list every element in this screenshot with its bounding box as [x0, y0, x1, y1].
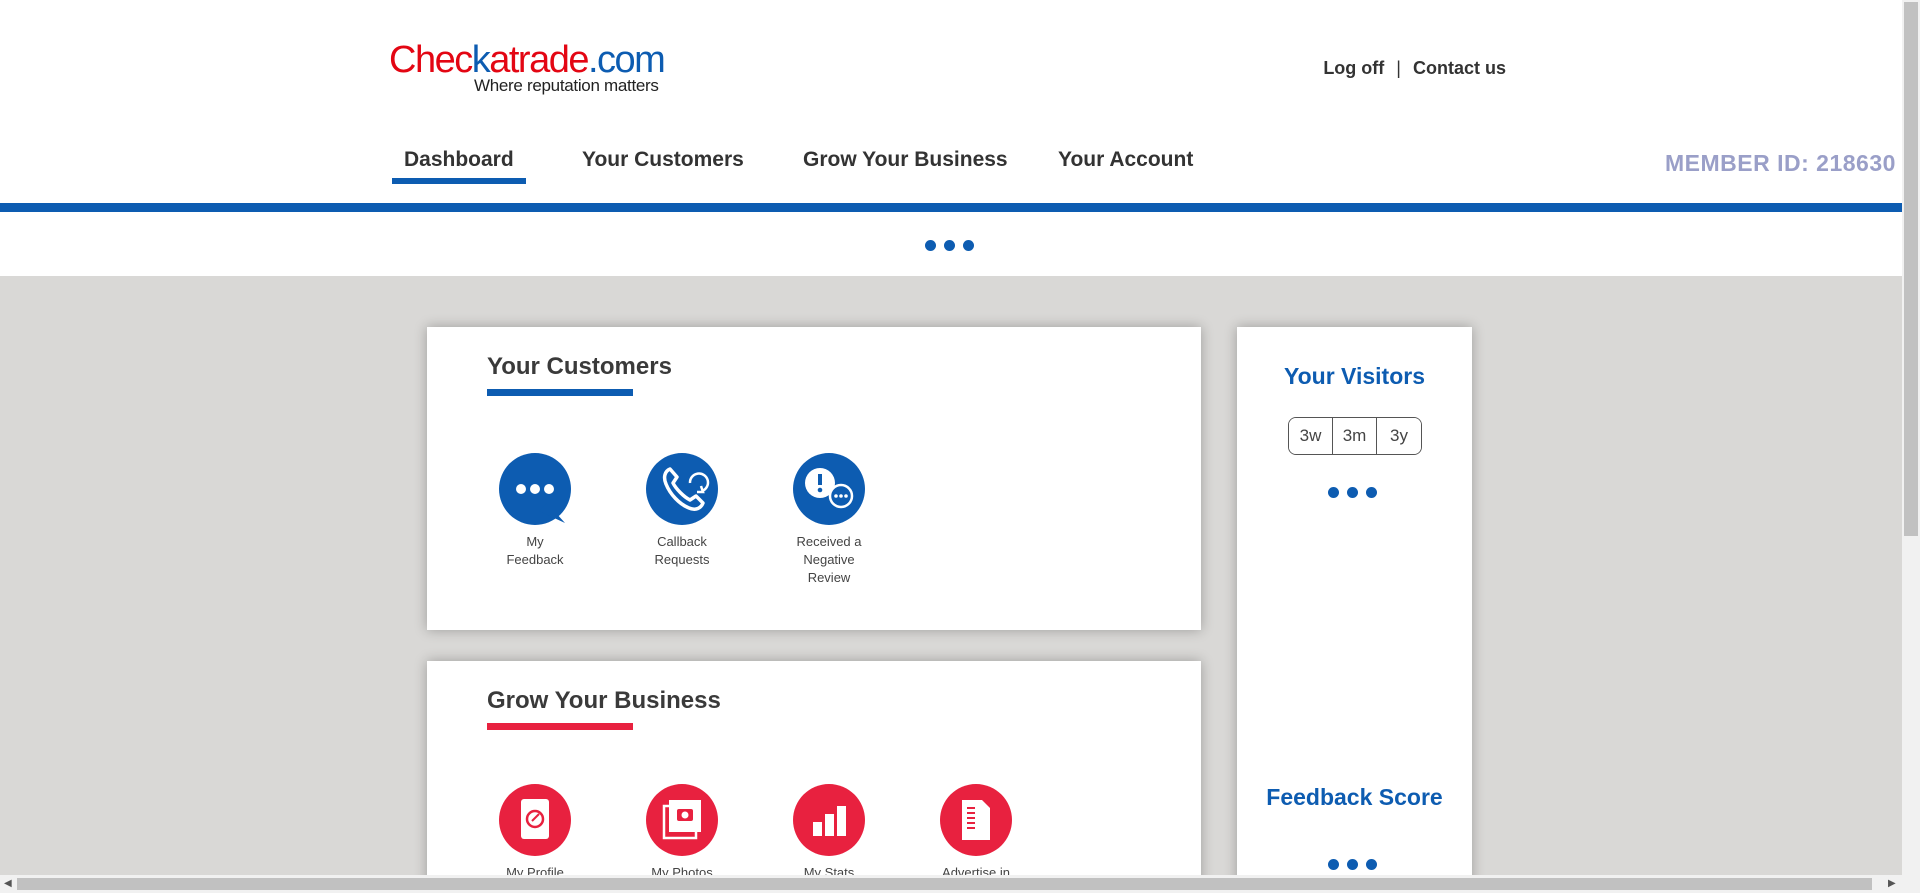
title-underline [487, 389, 633, 396]
scrollbar-thumb[interactable] [17, 878, 1872, 890]
tile-label: Callback Requests [654, 534, 710, 567]
visitors-panel: Your Visitors 3w 3m 3y Feedback Score [1237, 327, 1472, 893]
nav-your-account[interactable]: Your Account [1058, 148, 1193, 172]
title-underline [487, 723, 633, 730]
speech-bubble-icon [499, 453, 571, 525]
top-links: Log off | Contact us [1323, 58, 1506, 79]
photos-icon [646, 784, 718, 856]
callback-requests-tile[interactable]: Callback Requests [627, 453, 737, 569]
my-stats-tile[interactable]: My Stats [774, 784, 884, 882]
visitors-range-selector: 3w 3m 3y [1288, 417, 1422, 455]
horizontal-scrollbar[interactable]: ◀ ▶ [0, 875, 1902, 893]
scroll-left-icon[interactable]: ◀ [4, 878, 12, 889]
your-customers-card: Your Customers My Feedback Callback Reques… [427, 327, 1201, 630]
main-nav: Dashboard Your Customers Grow Your Busin… [392, 148, 1895, 184]
card-title: Your Customers [487, 353, 672, 380]
my-profile-tile[interactable]: My Profile [480, 784, 590, 882]
feedback-loading-indicator [1328, 859, 1377, 870]
range-3y-button[interactable]: 3y [1377, 418, 1421, 454]
range-3w-button[interactable]: 3w [1289, 418, 1333, 454]
directory-icon [940, 784, 1012, 856]
checkatrade-logo[interactable]: Checkatrade.com Where reputation matters [389, 40, 679, 100]
contact-us-link[interactable]: Contact us [1413, 58, 1506, 78]
bar-chart-icon [793, 784, 865, 856]
profile-card-icon [499, 784, 571, 856]
member-id: MEMBER ID: 218630 [1665, 150, 1896, 176]
header: Checkatrade.com Where reputation matters… [0, 0, 1902, 276]
logo-wordmark: Checkatrade.com [389, 39, 666, 81]
scroll-right-icon[interactable]: ▶ [1888, 878, 1896, 889]
nav-dashboard[interactable]: Dashboard [392, 148, 526, 184]
phone-callback-icon [646, 453, 718, 525]
my-photos-tile[interactable]: My Photos [627, 784, 737, 882]
advertise-in-tile[interactable]: Advertise in [921, 784, 1031, 882]
logo-tagline: Where reputation matters [474, 76, 659, 95]
negative-review-tile[interactable]: Received a Negative Review [774, 453, 884, 587]
vertical-scrollbar[interactable] [1902, 0, 1920, 893]
header-divider [0, 203, 1902, 212]
logoff-link[interactable]: Log off [1323, 58, 1384, 78]
my-feedback-tile[interactable]: My Feedback [480, 453, 590, 569]
your-visitors-title: Your Visitors [1283, 363, 1426, 389]
feedback-score-title: Feedback Score [1266, 784, 1443, 810]
alert-chat-icon [793, 453, 865, 525]
card-title: Grow Your Business [487, 687, 721, 714]
tile-label: Received a Negative Review [796, 534, 862, 585]
link-separator: | [1396, 58, 1401, 78]
visitors-loading-indicator [1328, 487, 1377, 498]
grow-your-business-card: Grow Your Business My Profile My Photos … [427, 661, 1201, 893]
range-3m-button[interactable]: 3m [1333, 418, 1377, 454]
tile-label: My Feedback [506, 534, 564, 567]
nav-your-customers[interactable]: Your Customers [582, 148, 744, 172]
nav-grow-your-business[interactable]: Grow Your Business [803, 148, 1008, 172]
scrollbar-thumb[interactable] [1904, 2, 1918, 536]
loading-indicator [925, 240, 974, 251]
